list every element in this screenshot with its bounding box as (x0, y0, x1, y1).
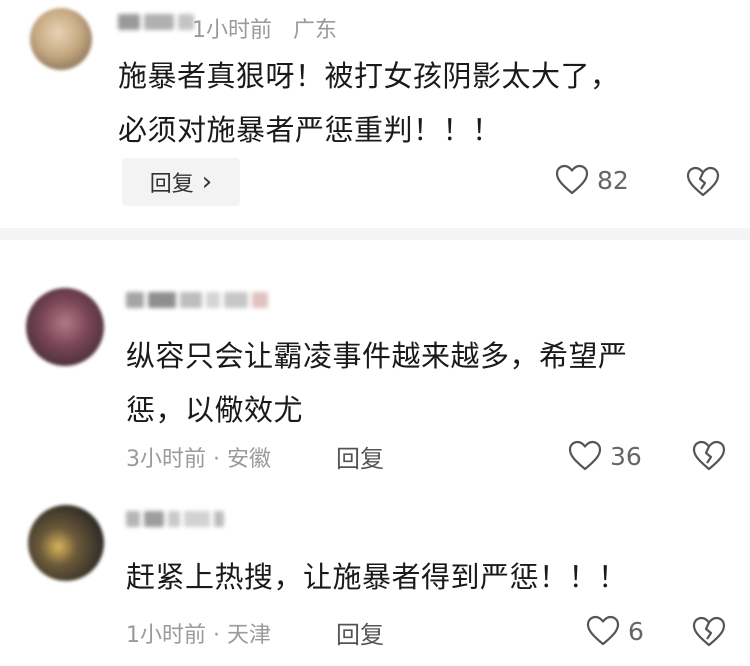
comment-text: 施暴者真狠呀！被打女孩阴影太大了， 必须对施暴者严惩重判！！！ (118, 54, 620, 152)
comment-meta: 1小时前 · 天津 (126, 617, 271, 649)
comment-text: 赶紧上热搜，让施暴者得到严惩！！！ (126, 555, 628, 599)
heart-outline-icon (568, 440, 602, 471)
broken-heart-icon[interactable] (692, 616, 726, 648)
comment-time: 3小时前 (126, 447, 206, 472)
comment-3: 赶紧上热搜，让施暴者得到严惩！！！ 1小时前 · 天津 回复 6 (0, 485, 750, 666)
comment-2: 纵容只会让霸凌事件越来越多，希望严 惩，以儆效尤 3小时前 · 安徽 回复 36 (0, 240, 750, 485)
avatar[interactable] (30, 8, 92, 70)
like-button[interactable]: 36 (568, 440, 642, 472)
reply-button[interactable]: 回复 (336, 615, 384, 650)
like-count: 36 (610, 441, 642, 471)
meta-separator: · (213, 623, 220, 648)
avatar[interactable] (28, 505, 104, 581)
avatar[interactable] (26, 288, 104, 366)
reply-label: 回复 (149, 172, 194, 197)
heart-outline-icon (586, 615, 620, 646)
like-button[interactable]: 82 (555, 164, 629, 196)
chevron-right-icon: › (201, 167, 213, 197)
username-blurred[interactable] (118, 14, 198, 32)
heart-outline-icon (555, 164, 589, 195)
username-blurred[interactable] (126, 511, 228, 529)
comment-line: 纵容只会让霸凌事件越来越多，希望严 (126, 339, 628, 373)
comment-1: 1小时前 广东 施暴者真狠呀！被打女孩阴影太大了， 必须对施暴者严惩重判！！！ … (0, 0, 750, 220)
broken-heart-icon[interactable] (686, 166, 720, 198)
comment-time: 1小时前 (126, 623, 206, 648)
like-count: 82 (597, 165, 629, 195)
broken-heart-icon[interactable] (692, 440, 726, 472)
comment-time: 1小时前 (192, 18, 272, 43)
reply-button[interactable]: 回复 (336, 439, 384, 474)
username-blurred[interactable] (126, 292, 272, 310)
like-button[interactable]: 6 (586, 615, 644, 647)
comment-location: 天津 (227, 623, 272, 648)
meta-separator: · (213, 447, 220, 472)
comment-text: 纵容只会让霸凌事件越来越多，希望严 惩，以儆效尤 (126, 334, 628, 432)
reply-button[interactable]: 回复 › (122, 158, 240, 206)
section-divider (0, 228, 750, 240)
comment-line: 惩，以儆效尤 (126, 393, 304, 427)
comment-meta: 1小时前 广东 (192, 12, 337, 44)
comment-line: 赶紧上热搜，让施暴者得到严惩！！！ (126, 560, 628, 594)
comment-meta: 3小时前 · 安徽 (126, 441, 271, 473)
reply-label: 回复 (336, 445, 384, 473)
like-count: 6 (628, 616, 644, 646)
comment-location: 广东 (292, 18, 337, 43)
comment-line: 施暴者真狠呀！被打女孩阴影太大了， (118, 59, 620, 93)
comment-line: 必须对施暴者严惩重判！！！ (118, 113, 502, 147)
reply-label: 回复 (336, 621, 384, 649)
comment-location: 安徽 (227, 447, 272, 472)
